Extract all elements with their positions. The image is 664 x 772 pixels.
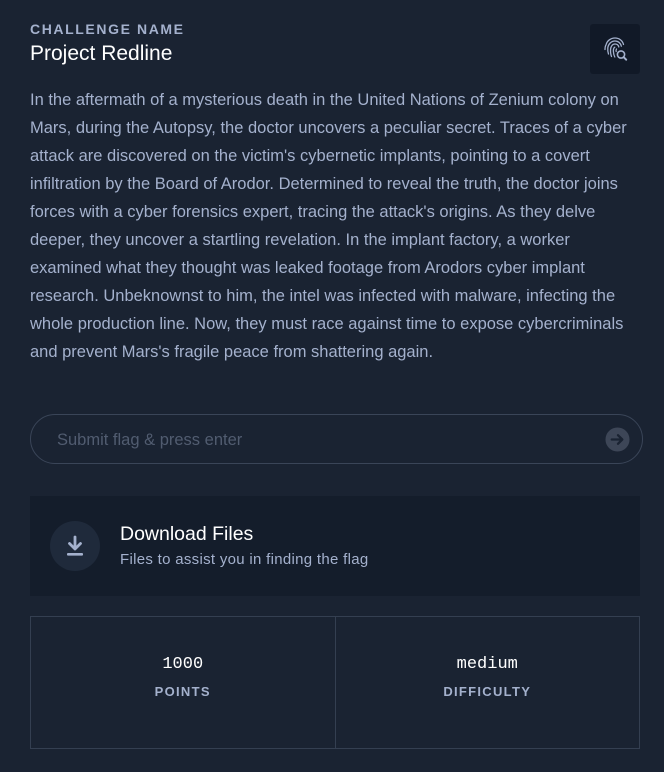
flag-input[interactable] bbox=[55, 415, 599, 465]
download-files-title: Download Files bbox=[120, 523, 254, 545]
download-icon-circle bbox=[50, 521, 100, 571]
difficulty-value: medium bbox=[456, 655, 518, 674]
download-icon bbox=[67, 535, 83, 556]
points-label: POINTS bbox=[154, 684, 211, 699]
download-files-button[interactable]: Download Files Files to assist you in fi… bbox=[30, 496, 640, 596]
difficulty-label: DIFFICULTY bbox=[443, 684, 532, 699]
challenge-stats: 1000 POINTS medium DIFFICULTY bbox=[30, 616, 640, 749]
challenge-name-label: CHALLENGE NAME bbox=[30, 21, 185, 37]
points-stat: 1000 POINTS bbox=[31, 617, 335, 748]
flag-input-container bbox=[30, 414, 643, 465]
points-value: 1000 bbox=[162, 655, 204, 674]
arrow-right-circle-icon[interactable] bbox=[605, 427, 630, 452]
download-files-subtitle: Files to assist you in finding the flag bbox=[120, 551, 369, 568]
challenge-description: In the aftermath of a mysterious death i… bbox=[30, 91, 627, 361]
challenge-title: Project Redline bbox=[30, 42, 173, 65]
difficulty-stat: medium DIFFICULTY bbox=[334, 617, 640, 748]
challenge-panel: CHALLENGE NAME Project Redline In the af… bbox=[0, 0, 664, 772]
fingerprint-category-button[interactable] bbox=[590, 24, 640, 74]
fingerprint-search-icon bbox=[604, 37, 628, 61]
